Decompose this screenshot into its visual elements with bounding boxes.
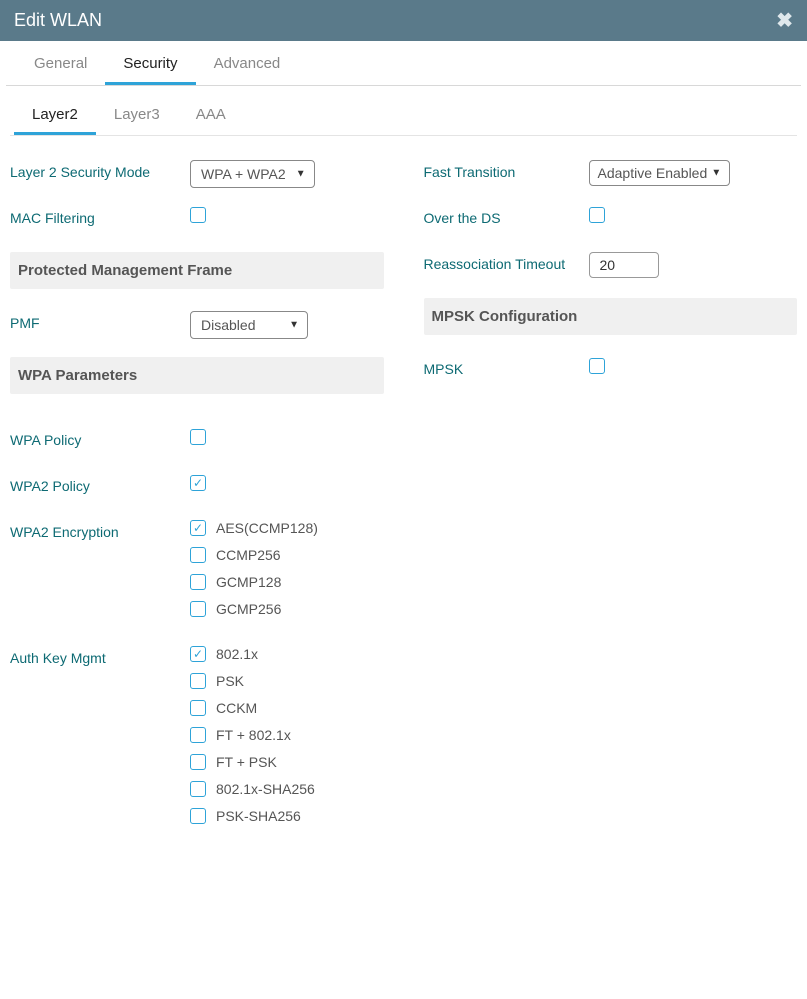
enc-gcmp256-checkbox[interactable] xyxy=(190,601,206,617)
dialog-header: Edit WLAN ✖ xyxy=(0,0,807,41)
akm-option-label: PSK xyxy=(216,673,244,689)
pmf-value: Disabled xyxy=(201,317,255,333)
wpa2-policy-checkbox[interactable] xyxy=(190,475,206,491)
enc-option-label: GCMP128 xyxy=(216,574,281,590)
pmf-section-header: Protected Management Frame xyxy=(10,252,384,289)
wpa2-policy-label: WPA2 Policy xyxy=(10,474,190,494)
akm-psk-checkbox[interactable] xyxy=(190,673,206,689)
akm-option-label: FT + PSK xyxy=(216,754,277,770)
tab-general[interactable]: General xyxy=(16,43,105,85)
auth-key-mgmt-options: 802.1x PSK CCKM FT + 802.1x FT + PSK 802… xyxy=(190,646,384,835)
enc-option-label: AES(CCMP128) xyxy=(216,520,318,536)
chevron-down-icon: ▼ xyxy=(296,169,306,180)
akm-ft-psk-checkbox[interactable] xyxy=(190,754,206,770)
pmf-label: PMF xyxy=(10,311,190,331)
akm-option-label: CCKM xyxy=(216,700,257,716)
akm-option-label: PSK-SHA256 xyxy=(216,808,301,824)
enc-option-label: CCMP256 xyxy=(216,547,281,563)
form-content: Layer 2 Security Mode WPA + WPA2 ▼ MAC F… xyxy=(0,136,807,863)
akm-psk-sha256-checkbox[interactable] xyxy=(190,808,206,824)
reassoc-timeout-label: Reassociation Timeout xyxy=(424,252,589,272)
wpa2-encryption-options: AES(CCMP128) CCMP256 GCMP128 GCMP256 xyxy=(190,520,384,628)
akm-option-label: 802.1x-SHA256 xyxy=(216,781,315,797)
left-column: Layer 2 Security Mode WPA + WPA2 ▼ MAC F… xyxy=(10,160,384,853)
chevron-down-icon: ▼ xyxy=(289,320,299,331)
right-column: Fast Transition Adaptive Enabled ▼ Over … xyxy=(424,160,798,853)
akm-ft-8021x-checkbox[interactable] xyxy=(190,727,206,743)
security-subtabs: Layer2 Layer3 AAA xyxy=(10,98,797,136)
wpa2-encryption-label: WPA2 Encryption xyxy=(10,520,190,540)
close-icon[interactable]: ✖ xyxy=(776,8,793,33)
wpa-section-header: WPA Parameters xyxy=(10,357,384,394)
over-the-ds-checkbox[interactable] xyxy=(589,207,605,223)
akm-option-label: 802.1x xyxy=(216,646,258,662)
akm-option-label: FT + 802.1x xyxy=(216,727,291,743)
enc-ccmp256-checkbox[interactable] xyxy=(190,547,206,563)
mac-filtering-checkbox[interactable] xyxy=(190,207,206,223)
chevron-down-icon: ▼ xyxy=(711,168,721,179)
fast-transition-select[interactable]: Adaptive Enabled ▼ xyxy=(589,160,731,186)
pmf-select[interactable]: Disabled ▼ xyxy=(190,311,308,339)
akm-cckm-checkbox[interactable] xyxy=(190,700,206,716)
tab-advanced[interactable]: Advanced xyxy=(196,43,299,85)
akm-8021x-checkbox[interactable] xyxy=(190,646,206,662)
enc-option-label: GCMP256 xyxy=(216,601,281,617)
mac-filtering-label: MAC Filtering xyxy=(10,206,190,226)
tab-security[interactable]: Security xyxy=(105,43,195,85)
over-the-ds-label: Over the DS xyxy=(424,206,589,226)
wpa-policy-checkbox[interactable] xyxy=(190,429,206,445)
auth-key-mgmt-label: Auth Key Mgmt xyxy=(10,646,190,666)
subtab-layer3[interactable]: Layer3 xyxy=(96,98,178,135)
main-tabs: General Security Advanced xyxy=(6,43,801,86)
mpsk-checkbox[interactable] xyxy=(589,358,605,374)
wpa-policy-label: WPA Policy xyxy=(10,428,190,448)
reassoc-timeout-input[interactable] xyxy=(589,252,659,278)
security-mode-select[interactable]: WPA + WPA2 ▼ xyxy=(190,160,315,188)
subtab-layer2[interactable]: Layer2 xyxy=(14,98,96,135)
security-mode-label: Layer 2 Security Mode xyxy=(10,160,190,180)
mpsk-label: MPSK xyxy=(424,357,589,377)
fast-transition-label: Fast Transition xyxy=(424,160,589,180)
subtab-aaa[interactable]: AAA xyxy=(178,98,244,135)
security-mode-value: WPA + WPA2 xyxy=(201,166,286,182)
fast-transition-value: Adaptive Enabled xyxy=(598,165,708,181)
akm-8021x-sha256-checkbox[interactable] xyxy=(190,781,206,797)
mpsk-section-header: MPSK Configuration xyxy=(424,298,798,335)
enc-gcmp128-checkbox[interactable] xyxy=(190,574,206,590)
dialog-title: Edit WLAN xyxy=(14,10,102,31)
enc-aes-ccmp128-checkbox[interactable] xyxy=(190,520,206,536)
